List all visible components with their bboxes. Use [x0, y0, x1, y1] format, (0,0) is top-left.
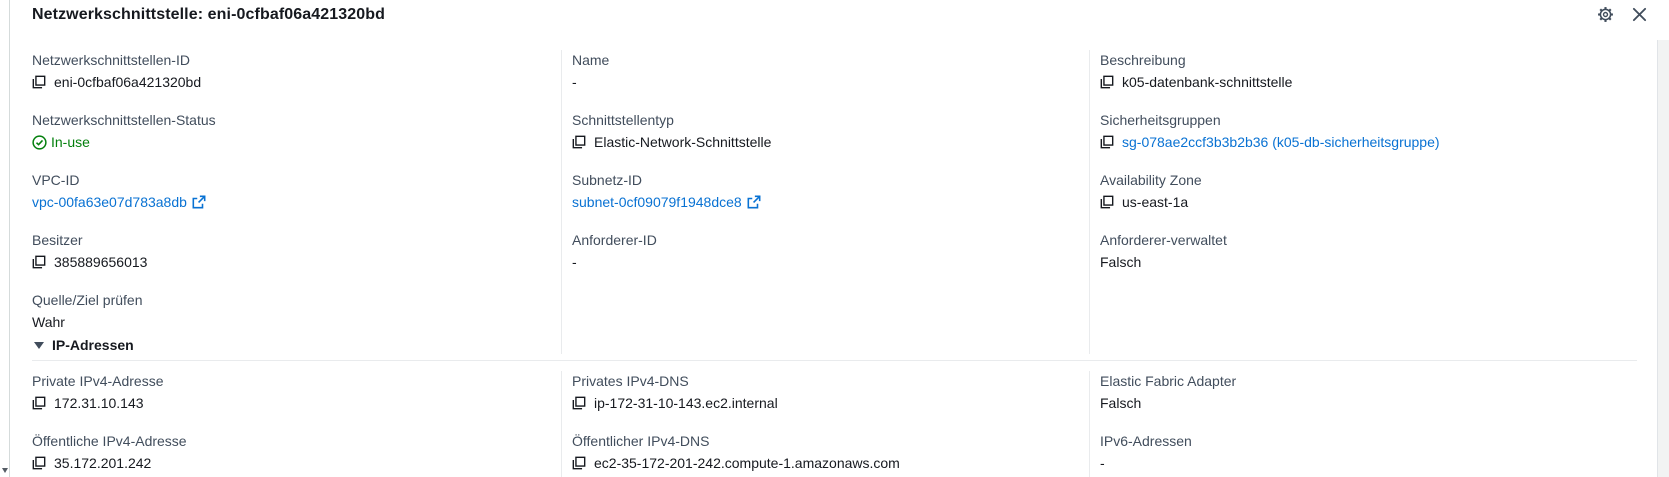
panel-title: Netzwerkschnittstelle: eni-0cfbaf06a4213… — [32, 6, 385, 23]
security-group-link[interactable]: sg-078ae2ccf3b3b2b36 (k05-db-sicherheits… — [1122, 132, 1440, 152]
copy-icon[interactable] — [1100, 195, 1114, 209]
copy-icon[interactable] — [572, 456, 586, 470]
field-eni-id: Netzwerkschnittstellen-ID eni-0cfbaf06a4… — [32, 50, 562, 110]
field-vpc-id: VPC-ID vpc-00fa63e07d783a8db — [32, 170, 562, 230]
field-label: Private IPv4-Adresse — [32, 373, 164, 389]
field-public-ipv4-dns: Öffentlicher IPv4-DNS ec2-35-172-201-242… — [572, 431, 1090, 477]
field-label: Beschreibung — [1100, 52, 1186, 68]
copy-icon[interactable] — [572, 396, 586, 410]
field-label: Besitzer — [32, 232, 83, 248]
private-ipv4-value: 172.31.10.143 — [54, 395, 144, 411]
close-icon[interactable] — [1629, 4, 1649, 24]
copy-icon[interactable] — [32, 396, 46, 410]
public-ipv4-dns-value: ec2-35-172-201-242.compute-1.amazonaws.c… — [594, 455, 900, 471]
eni-id-value: eni-0cfbaf06a421320bd — [54, 74, 202, 90]
vertical-scrollbar[interactable] — [1657, 40, 1669, 477]
check-circle-icon — [32, 134, 47, 150]
field-label: Availability Zone — [1100, 172, 1202, 188]
subnet-id-link[interactable]: subnet-0cf09079f1948dce8 — [572, 192, 742, 212]
copy-icon[interactable] — [572, 135, 586, 149]
public-ipv4-value: 35.172.201.242 — [54, 455, 152, 471]
field-label: Anforderer-verwaltet — [1100, 232, 1227, 248]
field-security-groups: Sicherheitsgruppen sg-078ae2ccf3b3b2b36 … — [1100, 110, 1637, 170]
field-label: Privates IPv4-DNS — [572, 373, 689, 389]
field-label: IPv6-Adressen — [1100, 433, 1192, 449]
field-label: Schnittstellentyp — [572, 112, 674, 128]
description-value: k05-datenbank-schnittstelle — [1122, 74, 1293, 90]
private-ipv4-dns-value: ip-172-31-10-143.ec2.internal — [594, 395, 778, 411]
details-grid: Netzwerkschnittstellen-ID eni-0cfbaf06a4… — [32, 50, 1637, 354]
ip-addresses-toggle[interactable]: IP-Adressen — [34, 337, 134, 353]
field-requester-id: Anforderer-ID - — [572, 230, 1090, 290]
panel-header: Netzwerkschnittstelle: eni-0cfbaf06a4213… — [0, 0, 1669, 30]
field-subnet-id: Subnetz-ID subnet-0cf09079f1948dce8 — [572, 170, 1090, 230]
field-owner: Besitzer 385889656013 — [32, 230, 562, 290]
field-label: Netzwerkschnittstellen-ID — [32, 52, 190, 68]
status-badge: In-use — [51, 134, 90, 150]
name-value: - — [572, 74, 577, 90]
external-link-icon[interactable] — [747, 195, 761, 209]
details-column-1: Netzwerkschnittstellen-ID eni-0cfbaf06a4… — [32, 50, 562, 354]
ip-column-3: Elastic Fabric Adapter Falsch IPv6-Adres… — [1090, 371, 1637, 477]
field-label: VPC-ID — [32, 172, 80, 188]
source-dest-check-value: Wahr — [32, 314, 65, 330]
copy-icon[interactable] — [32, 456, 46, 470]
details-column-2: Name - Schnittstellentyp Elastic-Network… — [562, 50, 1090, 354]
field-label: Name — [572, 52, 610, 68]
field-availability-zone: Availability Zone us-east-1a — [1100, 170, 1637, 230]
field-name: Name - — [572, 50, 1090, 110]
copy-icon[interactable] — [32, 75, 46, 89]
field-ipv6: IPv6-Adressen - — [1100, 431, 1637, 477]
field-interface-type: Schnittstellentyp Elastic-Network-Schnit… — [572, 110, 1090, 170]
requester-id-value: - — [572, 254, 577, 270]
ip-addresses-grid: Private IPv4-Adresse 172.31.10.143 Öffen… — [32, 371, 1637, 477]
requester-managed-value: Falsch — [1100, 254, 1142, 270]
ip-column-1: Private IPv4-Adresse 172.31.10.143 Öffen… — [32, 371, 562, 477]
field-label: Sicherheitsgruppen — [1100, 112, 1221, 128]
copy-icon[interactable] — [32, 255, 46, 269]
field-label: Öffentlicher IPv4-DNS — [572, 433, 710, 449]
field-label: Öffentliche IPv4-Adresse — [32, 433, 187, 449]
efa-value: Falsch — [1100, 395, 1142, 411]
details-column-3: Beschreibung k05-datenbank-schnittstelle… — [1090, 50, 1637, 354]
vpc-id-link[interactable]: vpc-00fa63e07d783a8db — [32, 192, 187, 212]
copy-icon[interactable] — [1100, 135, 1114, 149]
field-status: Netzwerkschnittstellen-Status In-use — [32, 110, 562, 170]
section-divider — [32, 360, 1637, 361]
caret-down-icon — [34, 341, 44, 349]
header-actions — [1595, 4, 1649, 24]
field-label: Netzwerkschnittstellen-Status — [32, 112, 216, 128]
ip-column-2: Privates IPv4-DNS ip-172-31-10-143.ec2.i… — [562, 371, 1090, 477]
field-label: Quelle/Ziel prüfen — [32, 292, 143, 308]
field-label: Subnetz-ID — [572, 172, 643, 188]
field-public-ipv4: Öffentliche IPv4-Adresse 35.172.201.242 — [32, 431, 562, 477]
field-requester-managed: Anforderer-verwaltet Falsch — [1100, 230, 1637, 290]
scroll-down-icon[interactable] — [2, 468, 8, 473]
copy-icon[interactable] — [1100, 75, 1114, 89]
field-description: Beschreibung k05-datenbank-schnittstelle — [1100, 50, 1637, 110]
field-label: Elastic Fabric Adapter — [1100, 373, 1237, 389]
field-private-ipv4-dns: Privates IPv4-DNS ip-172-31-10-143.ec2.i… — [572, 371, 1090, 431]
ip-section-title: IP-Adressen — [52, 337, 134, 353]
interface-type-value: Elastic-Network-Schnittstelle — [594, 134, 772, 150]
owner-value: 385889656013 — [54, 254, 148, 270]
field-private-ipv4: Private IPv4-Adresse 172.31.10.143 — [32, 371, 562, 431]
availability-zone-value: us-east-1a — [1122, 194, 1189, 210]
ipv6-value: - — [1100, 455, 1105, 471]
external-link-icon[interactable] — [192, 195, 206, 209]
field-label: Anforderer-ID — [572, 232, 657, 248]
gear-icon[interactable] — [1595, 4, 1615, 24]
left-resize-rail[interactable] — [0, 0, 10, 477]
field-efa: Elastic Fabric Adapter Falsch — [1100, 371, 1637, 431]
